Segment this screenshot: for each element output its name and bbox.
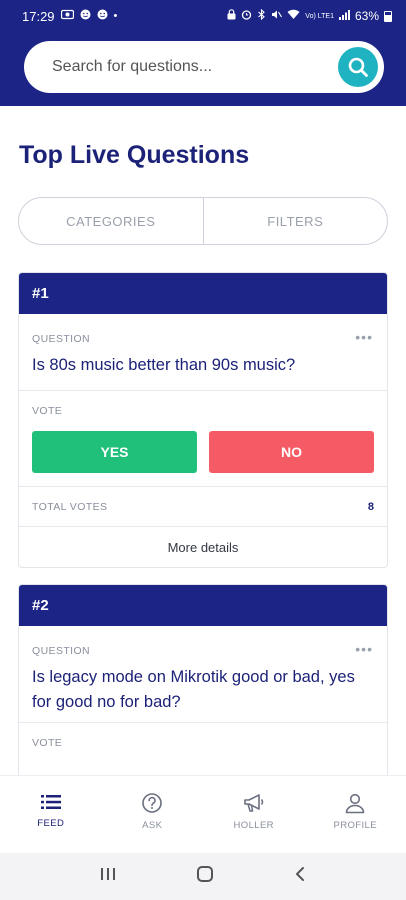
question-card: #1 QUESTION Is 80s music better than 90s… (18, 272, 388, 568)
home-icon[interactable] (196, 865, 214, 888)
more-options-icon[interactable]: ••• (355, 329, 373, 345)
nav-holler-label: HOLLER (233, 820, 274, 831)
nav-ask-label: ASK (142, 820, 163, 831)
question-circle-icon (142, 793, 163, 813)
bluetooth-icon (257, 8, 266, 23)
question-card: #2 QUESTION Is legacy mode on Mikrotik g… (18, 584, 388, 784)
vote-label: VOTE (32, 737, 63, 749)
vote-no-button[interactable]: NO (209, 431, 374, 473)
app-header (0, 32, 406, 106)
question-section: QUESTION Is legacy mode on Mikrotik good… (19, 626, 387, 723)
total-votes-label: TOTAL VOTES (32, 500, 108, 513)
page-title: Top Live Questions (19, 141, 250, 169)
status-dot: • (113, 9, 118, 22)
vote-yes-button[interactable]: YES (32, 431, 197, 473)
filters-tab[interactable]: FILTERS (202, 198, 388, 244)
nav-ask[interactable]: ASK (102, 776, 204, 853)
question-label: QUESTION (32, 333, 91, 345)
total-votes-count: 8 (367, 500, 374, 513)
bottom-navigation: FEED ASK HOLLER PROFILE (0, 775, 406, 853)
question-rank: #2 (19, 585, 387, 626)
nav-profile-label: PROFILE (333, 820, 377, 831)
question-section: QUESTION Is 80s music better than 90s mu… (19, 314, 387, 391)
nav-holler[interactable]: HOLLER (203, 776, 305, 853)
total-votes-row: TOTAL VOTES 8 (19, 487, 387, 527)
lock-icon (227, 9, 236, 23)
question-text[interactable]: Is 80s music better than 90s music? (32, 353, 374, 378)
battery-icon (384, 10, 392, 22)
question-text[interactable]: Is legacy mode on Mikrotik good or bad, … (32, 665, 374, 715)
more-details-link[interactable]: More details (19, 527, 387, 567)
face-icon (80, 9, 91, 23)
search-icon (348, 57, 368, 77)
notification-icon (60, 9, 74, 23)
vote-section: VOTE YES NO (19, 391, 387, 487)
more-options-icon[interactable]: ••• (355, 641, 373, 657)
status-bar: 17:29 • Vo) LTE1 63% (0, 0, 406, 32)
face-icon-2 (97, 9, 108, 23)
person-icon (345, 793, 365, 814)
categories-tab[interactable]: CATEGORIES (19, 198, 203, 244)
recent-apps-icon[interactable] (99, 866, 117, 887)
alarm-icon (241, 9, 252, 23)
question-rank: #1 (19, 273, 387, 314)
question-label: QUESTION (32, 645, 91, 657)
system-navigation-bar (0, 853, 406, 900)
battery-percent: 63% (354, 9, 379, 23)
back-icon[interactable] (293, 866, 307, 887)
vote-label: VOTE (32, 405, 63, 417)
nav-feed[interactable]: FEED (0, 776, 102, 853)
list-icon (40, 795, 61, 809)
search-bar (24, 41, 384, 93)
status-time: 17:29 (22, 8, 55, 24)
search-input[interactable] (52, 58, 322, 76)
network-label: Vo) LTE1 (305, 12, 334, 20)
nav-feed-label: FEED (37, 818, 65, 829)
wifi-icon (287, 9, 300, 23)
nav-profile[interactable]: PROFILE (305, 776, 406, 853)
filter-segmented-control: CATEGORIES FILTERS (18, 197, 388, 245)
megaphone-icon (243, 794, 263, 812)
mute-icon (271, 9, 283, 23)
search-button[interactable] (338, 47, 378, 87)
signal-icon (338, 9, 350, 23)
